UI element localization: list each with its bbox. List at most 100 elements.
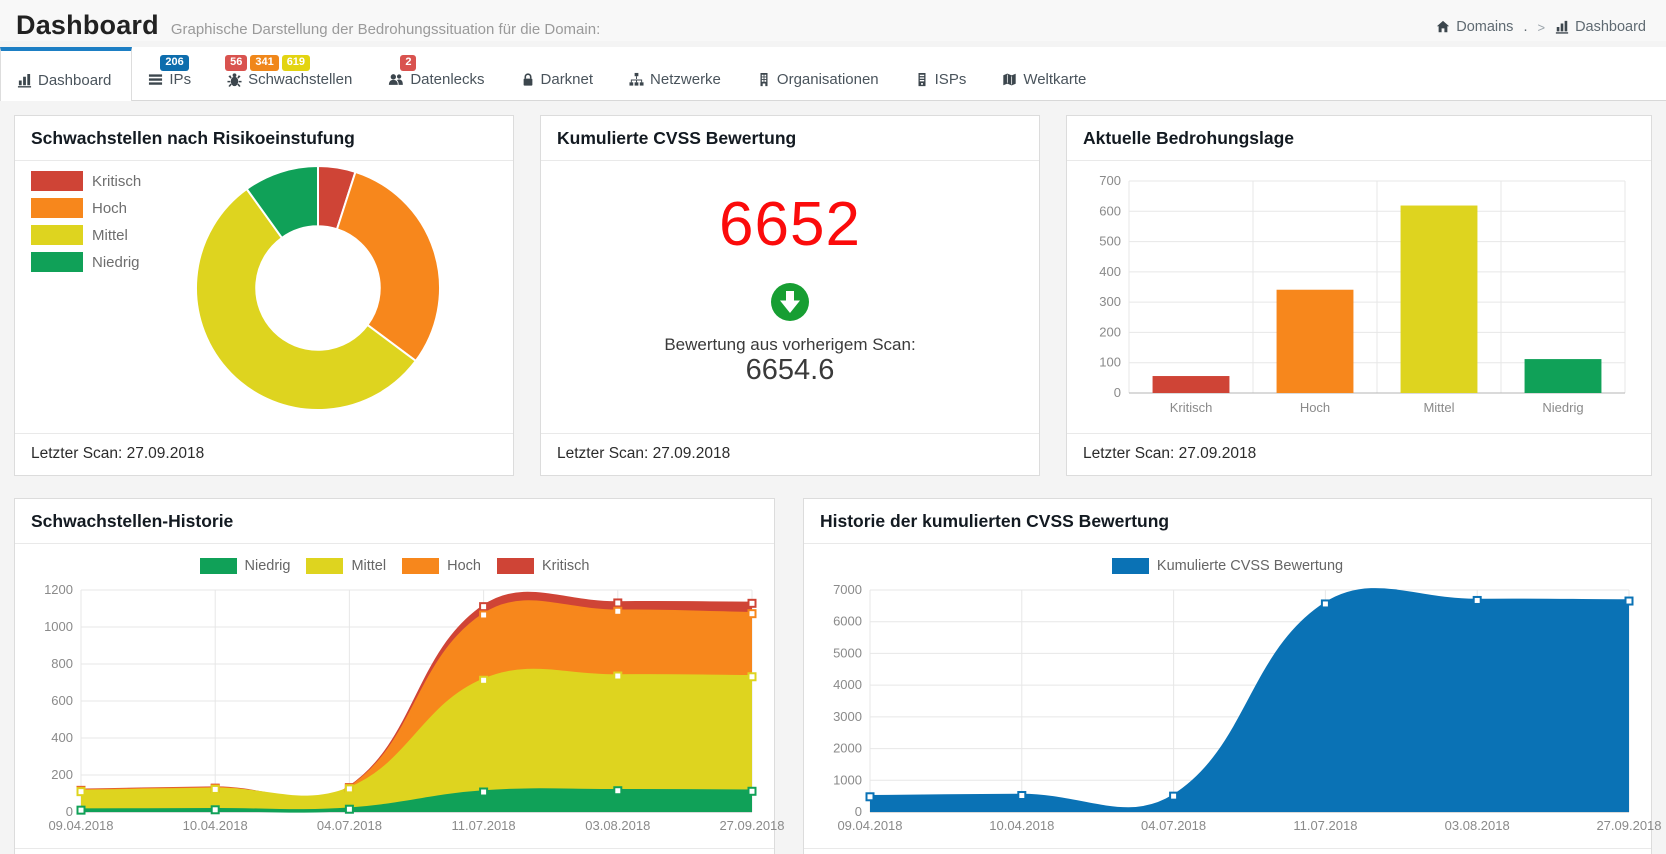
tab-bar: Dashboard 206 IPs 56 341 619 Schwachstel… xyxy=(0,47,1666,101)
svg-text:03.08.2018: 03.08.2018 xyxy=(1445,818,1510,833)
tab-isps[interactable]: ISPs xyxy=(899,47,987,100)
svg-text:27.09.2018: 27.09.2018 xyxy=(1596,818,1661,833)
card-vuln-history: Schwachstellen-Historie Niedrig Mittel Hoc… xyxy=(14,498,785,854)
bar-chart-icon xyxy=(1555,20,1569,34)
cvss-history-chart[interactable]: 0 1000 2000 3000 4000 5000 6000 7000 09.04.2018 1… xyxy=(820,582,1661,838)
card-cvss-history: Historie der kumulierten CVSS Bewertung … xyxy=(803,498,1662,854)
leaks-count-badge: 2 xyxy=(400,55,417,71)
threat-bar-chart[interactable]: 0 100 200 300 400 500 600 700 Kritisch Hoch Mittel… xyxy=(1083,171,1635,423)
legend-swatch xyxy=(31,252,83,272)
tab-ips[interactable]: 206 IPs xyxy=(132,47,211,100)
svg-text:11.07.2018: 11.07.2018 xyxy=(1293,818,1357,833)
cvss-history-legend: Kumulierte CVSS Bewertung xyxy=(820,554,1635,582)
svg-text:600: 600 xyxy=(51,693,73,708)
building-icon xyxy=(760,72,768,87)
legend-item-niedrig[interactable]: Niedrig xyxy=(199,558,291,574)
vuln-history-legend: Niedrig Mittel Hoch Kritisch xyxy=(31,554,758,582)
legend-label: Mittel xyxy=(92,226,128,244)
svg-text:7000: 7000 xyxy=(833,582,862,597)
svg-text:0: 0 xyxy=(855,804,862,819)
svg-text:Mittel: Mittel xyxy=(1423,400,1454,415)
legend-label: Hoch xyxy=(92,199,128,217)
cvss-score-value: 6652 xyxy=(719,189,861,259)
svg-text:5000: 5000 xyxy=(833,645,862,660)
last-scan-label: Letzter Scan: 27.09.2018 xyxy=(15,433,513,475)
svg-text:27.09.2018: 27.09.2018 xyxy=(719,818,784,833)
card-footer xyxy=(15,848,774,854)
page-title: Dashboard xyxy=(16,10,159,40)
card-risk-donut: Schwachstellen nach Risikoeinstufung Kri… xyxy=(14,115,514,476)
legend-label: Kritisch xyxy=(92,172,142,190)
legend-swatch xyxy=(496,558,534,574)
svg-text:1000: 1000 xyxy=(44,619,73,634)
bar-chart-icon xyxy=(17,73,32,88)
svg-text:3000: 3000 xyxy=(833,709,862,724)
card-title: Kumulierte CVSS Bewertung xyxy=(541,116,1039,161)
breadcrumb-dashboard: Dashboard xyxy=(1555,19,1646,35)
svg-text:09.04.2018: 09.04.2018 xyxy=(48,818,113,833)
legend-item-mittel[interactable]: Mittel xyxy=(31,225,141,245)
legend-label: Hoch xyxy=(447,558,481,574)
vuln-history-chart[interactable]: 0 200 400 600 800 1000 1200 09.04.2018 10.04.201… xyxy=(31,582,784,838)
ips-count-badge: 206 xyxy=(160,55,189,71)
card-cvss: Kumulierte CVSS Bewertung 6652 Bewertung… xyxy=(540,115,1040,476)
previous-scan-label: Bewertung aus vorherigem Scan: xyxy=(664,334,916,354)
tab-netzwerke[interactable]: Netzwerke xyxy=(613,47,741,100)
donut-legend: Kritisch Hoch Mittel Niedrig xyxy=(31,171,141,272)
svg-text:6000: 6000 xyxy=(833,614,862,629)
bug-icon xyxy=(227,73,242,87)
legend-label: Kumulierte CVSS Bewertung xyxy=(1156,558,1344,574)
previous-scan-value: 6654.6 xyxy=(745,353,835,386)
legend-swatch xyxy=(402,558,440,574)
breadcrumb-domain[interactable]: . xyxy=(1523,19,1527,35)
svg-text:04.07.2018: 04.07.2018 xyxy=(317,818,382,833)
legend-item-kritisch[interactable]: Kritisch xyxy=(496,558,590,574)
breadcrumb-separator-icon: > xyxy=(1537,19,1546,35)
server-icon xyxy=(918,72,926,87)
legend-swatch xyxy=(31,225,83,245)
legend-swatch xyxy=(1111,558,1149,574)
legend-item-hoch[interactable]: Hoch xyxy=(402,558,481,574)
tab-dashboard[interactable]: Dashboard xyxy=(0,47,133,101)
svg-text:300: 300 xyxy=(1099,294,1121,309)
tab-organisationen[interactable]: Organisationen xyxy=(741,47,899,100)
svg-text:200: 200 xyxy=(1099,324,1121,339)
legend-item-niedrig[interactable]: Niedrig xyxy=(31,252,141,272)
legend-item-hoch[interactable]: Hoch xyxy=(31,198,141,218)
breadcrumb-domains[interactable]: Domains xyxy=(1436,19,1513,35)
legend-label: Kritisch xyxy=(541,558,590,574)
medium-count-badge: 619 xyxy=(281,55,311,71)
legend-item-kumulierte-cvss-bewertung[interactable]: Kumulierte CVSS Bewertung xyxy=(1111,558,1344,574)
svg-text:1000: 1000 xyxy=(833,772,862,787)
map-icon xyxy=(1002,72,1017,87)
card-title: Schwachstellen nach Risikoeinstufung xyxy=(15,116,513,161)
tab-weltkarte[interactable]: Weltkarte xyxy=(986,47,1106,100)
card-footer xyxy=(804,848,1651,854)
lock-icon xyxy=(523,73,532,86)
legend-swatch xyxy=(31,171,83,191)
tab-darknet[interactable]: Darknet xyxy=(505,47,614,100)
last-scan-label: Letzter Scan: 27.09.2018 xyxy=(1067,433,1651,475)
page-subtitle: Graphische Darstellung der Bedrohungssit… xyxy=(170,21,601,38)
page-header: Dashboard Graphische Darstellung der Bed… xyxy=(0,0,1666,41)
svg-text:10.04.2018: 10.04.2018 xyxy=(183,818,248,833)
svg-text:100: 100 xyxy=(1099,355,1121,370)
high-count-badge: 341 xyxy=(250,55,279,71)
tab-schwachstellen[interactable]: 56 341 619 Schwachstellen xyxy=(211,47,372,100)
legend-label: Niedrig xyxy=(244,558,291,574)
card-threat-bar: Aktuelle Bedrohungslage 0 100 200 300 400 500… xyxy=(1066,115,1652,476)
svg-text:200: 200 xyxy=(51,767,73,782)
arrow-down-circle-icon xyxy=(770,282,810,327)
tab-datenlecks[interactable]: 2 Datenlecks xyxy=(372,47,504,100)
svg-text:600: 600 xyxy=(1099,203,1121,218)
legend-item-kritisch[interactable]: Kritisch xyxy=(31,171,141,191)
last-scan-label: Letzter Scan: 27.09.2018 xyxy=(541,433,1039,475)
card-title: Schwachstellen-Historie xyxy=(15,499,774,544)
svg-text:400: 400 xyxy=(51,730,73,745)
legend-swatch xyxy=(199,558,237,574)
svg-text:11.07.2018: 11.07.2018 xyxy=(452,818,516,833)
risk-donut-chart[interactable]: Kritisch Hoch Mittel Niedrig xyxy=(15,161,513,433)
network-icon xyxy=(629,72,644,86)
svg-text:04.07.2018: 04.07.2018 xyxy=(1141,818,1206,833)
legend-item-mittel[interactable]: Mittel xyxy=(306,558,386,574)
